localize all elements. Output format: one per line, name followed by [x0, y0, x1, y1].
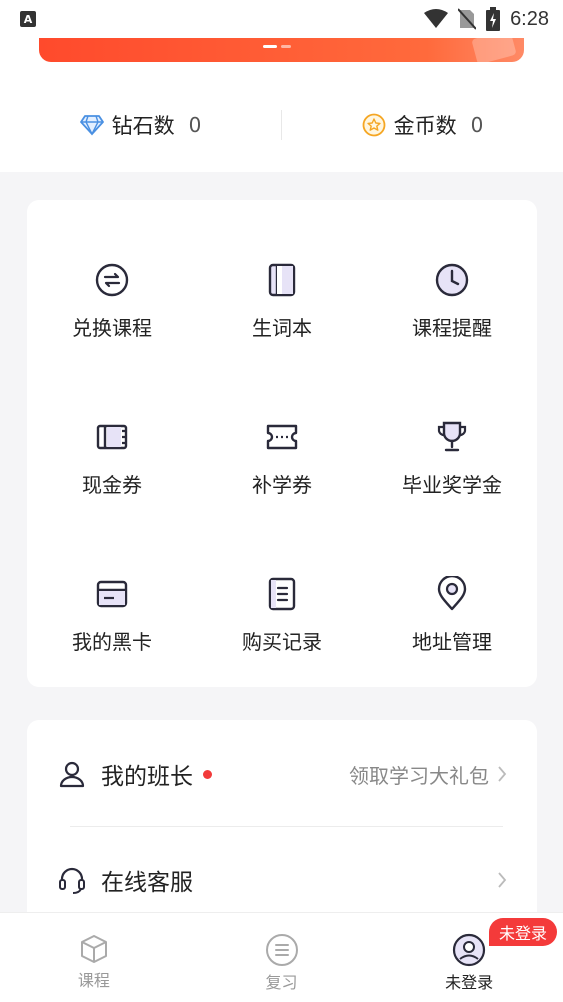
grid-item-course-reminder[interactable]: 课程提醒	[367, 262, 537, 341]
cash-voucher-icon	[94, 419, 130, 455]
ticket-icon	[264, 419, 300, 455]
diamond-value: 0	[188, 113, 202, 137]
diamond-stat[interactable]: 钻石数 0	[0, 110, 281, 140]
grid-item-black-card[interactable]: 我的黑卡	[27, 576, 197, 655]
grid-label: 地址管理	[412, 630, 492, 654]
grid-label: 补学券	[252, 473, 312, 497]
grid-item-exchange-course[interactable]: 兑换课程	[27, 262, 197, 341]
feature-grid: 兑换课程 生词本 课程提醒 现金券 补学券 毕业奖学金 我的黑卡 购买记录 地址…	[27, 262, 537, 655]
banner-dot	[281, 45, 291, 48]
tab-label: 课程	[77, 971, 110, 990]
coin-label: 金币数	[393, 114, 457, 138]
record-icon	[264, 576, 300, 612]
user-avatar-icon	[453, 933, 486, 967]
grid-label: 现金券	[82, 473, 142, 497]
chevron-right-icon	[498, 872, 507, 888]
person-icon	[59, 761, 85, 788]
promo-banner[interactable]	[39, 38, 524, 62]
coin-stat[interactable]: 金币数 0	[282, 110, 563, 140]
list-divider	[70, 826, 503, 827]
banner-indicator	[263, 45, 291, 48]
online-service-label: 在线客服	[101, 870, 193, 896]
diamond-label: 钻石数	[111, 114, 175, 138]
status-bar: A 6:28	[0, 0, 563, 38]
diamond-icon	[79, 115, 104, 136]
grid-item-address[interactable]: 地址管理	[367, 576, 537, 655]
banner-decoration	[471, 38, 517, 62]
headset-icon	[59, 867, 85, 894]
tab-courses[interactable]: 课程	[0, 913, 188, 1002]
wifi-icon	[424, 9, 449, 28]
grid-label: 我的黑卡	[72, 630, 152, 654]
notebook-icon	[264, 262, 300, 298]
exchange-icon	[94, 262, 130, 298]
login-status-badge: 未登录	[489, 918, 558, 946]
wallet-stats: 钻石数 0 金币数 0	[0, 100, 563, 150]
notification-icon: A	[20, 11, 36, 27]
clock-time: 6:28	[510, 7, 549, 30]
tab-label: 未登录	[445, 973, 494, 992]
cube-icon	[80, 935, 107, 963]
grid-label: 毕业奖学金	[402, 473, 502, 497]
location-icon	[434, 576, 470, 612]
coin-value: 0	[470, 113, 484, 137]
grid-label: 兑换课程	[72, 316, 152, 340]
feature-grid-card: 兑换课程 生词本 课程提醒 现金券 补学券 毕业奖学金 我的黑卡 购买记录 地址…	[27, 200, 537, 687]
tab-review[interactable]: 复习	[188, 913, 376, 1002]
grid-item-makeup-ticket[interactable]: 补学券	[197, 419, 367, 498]
no-sim-icon	[458, 8, 477, 30]
grid-label: 购买记录	[242, 630, 322, 654]
my-monitor-row[interactable]: 我的班长 领取学习大礼包	[27, 724, 537, 824]
grid-item-purchase-record[interactable]: 购买记录	[197, 576, 367, 655]
coin-star-icon	[362, 113, 386, 137]
grid-label: 生词本	[252, 316, 312, 340]
grid-item-scholarship[interactable]: 毕业奖学金	[367, 419, 537, 498]
review-icon	[265, 934, 298, 966]
card-icon	[94, 576, 130, 612]
clock-icon	[434, 262, 470, 298]
banner-dot-active	[263, 45, 277, 48]
grid-label: 课程提醒	[412, 316, 492, 340]
trophy-icon	[434, 419, 470, 455]
bottom-tab-bar: 课程 复习 未登录	[0, 912, 563, 1002]
grid-item-vocabulary[interactable]: 生词本	[197, 262, 367, 341]
gift-pack-link: 领取学习大礼包	[349, 763, 489, 788]
tab-label: 复习	[265, 973, 298, 992]
chevron-right-icon	[498, 766, 507, 782]
battery-charging-icon	[486, 7, 501, 31]
grid-item-cash-voucher[interactable]: 现金券	[27, 419, 197, 498]
my-monitor-label: 我的班长	[101, 764, 193, 790]
notification-dot	[203, 769, 212, 779]
